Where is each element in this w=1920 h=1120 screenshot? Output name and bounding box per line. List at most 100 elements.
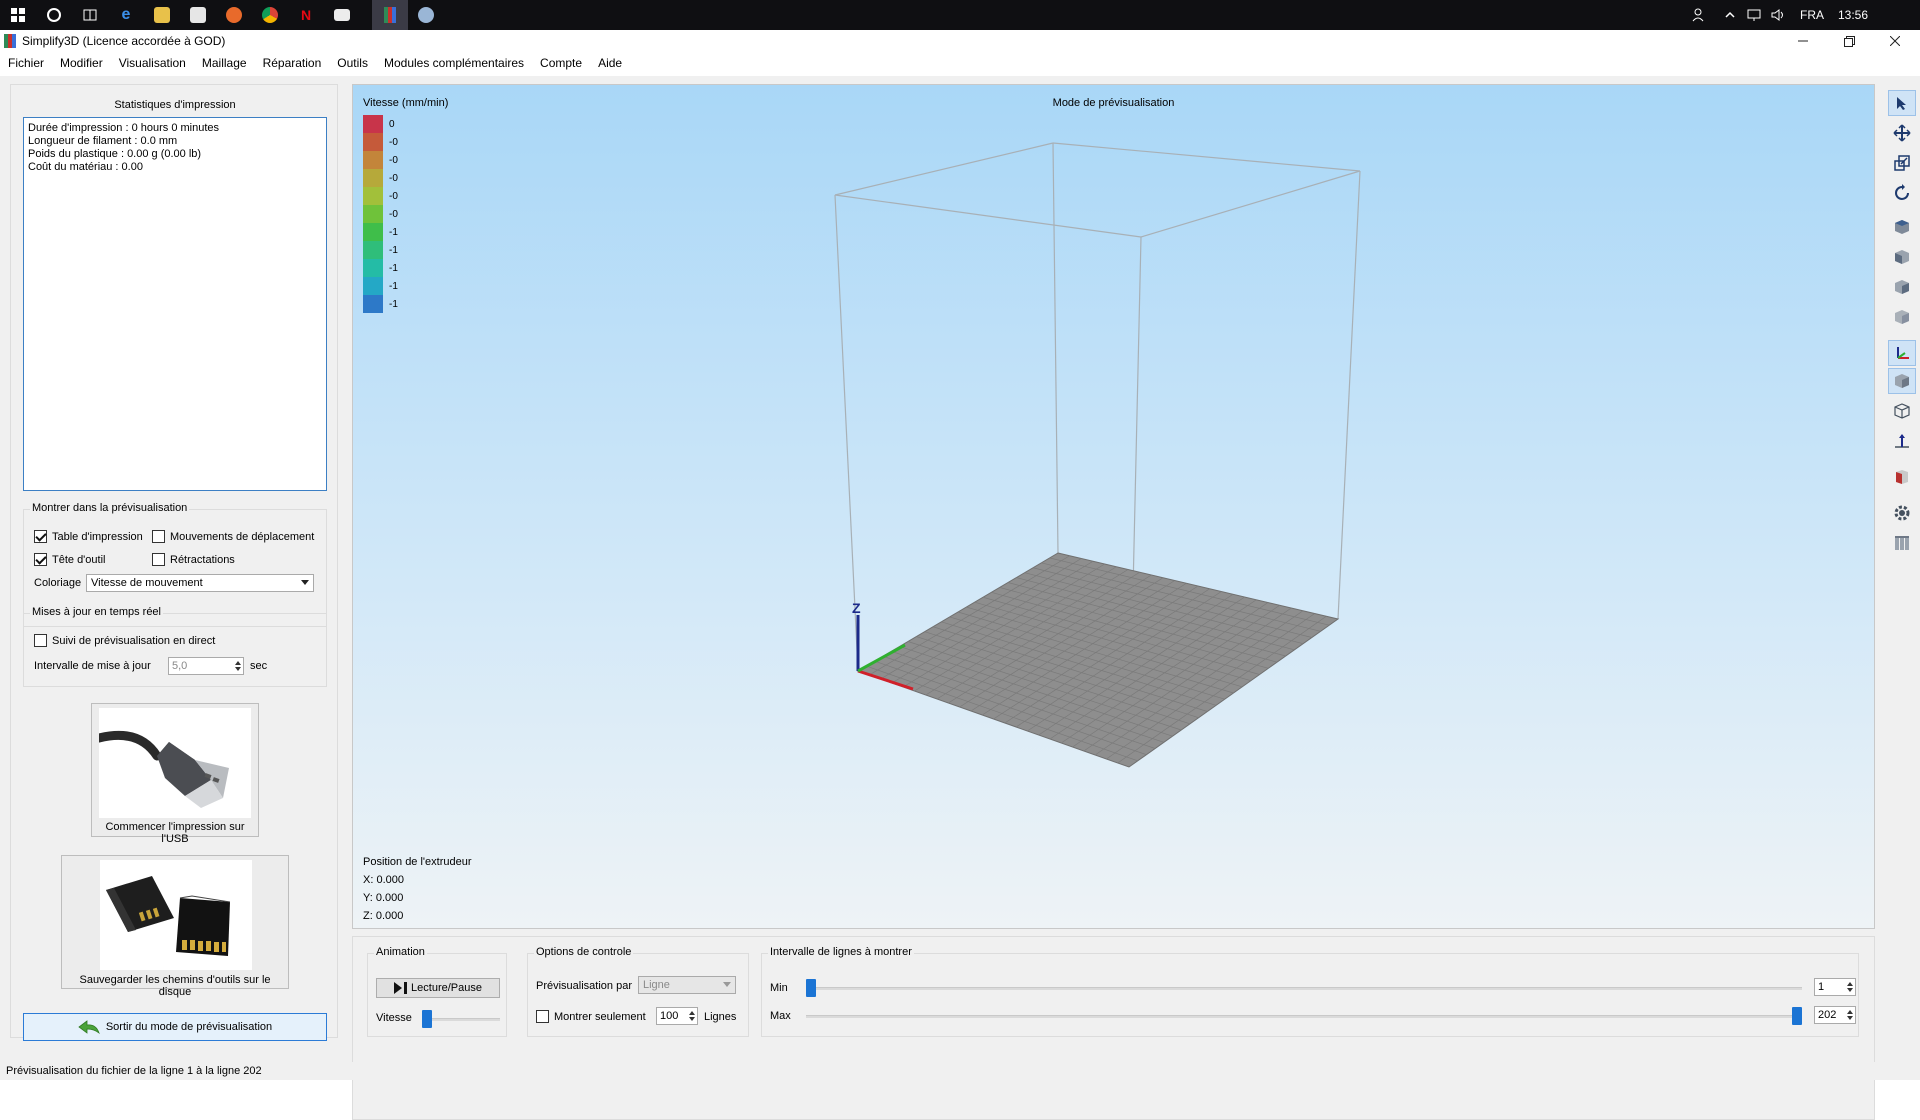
build-table-toggle[interactable]: Table d'impression [34,530,143,543]
menu-modules[interactable]: Modules complémentaires [379,56,529,70]
coloring-select[interactable]: Vitesse de mouvement [86,574,314,592]
minimize-button[interactable] [1780,30,1826,52]
build-table-checkbox[interactable] [34,530,47,543]
follow-live-toggle[interactable]: Suivi de prévisualisation en direct [34,634,215,647]
preview-by-select[interactable]: Ligne [638,976,736,994]
chevron-down-icon [723,982,731,987]
menu-modifier[interactable]: Modifier [55,56,108,70]
min-slider-thumb[interactable] [806,979,816,997]
language-indicator[interactable]: FRA [1800,0,1824,30]
legend-value: -0 [389,208,398,220]
tool-head-checkbox[interactable] [34,553,47,566]
z-axis-label: Z [852,600,861,616]
move-icon[interactable] [1888,120,1916,146]
min-slider-track[interactable] [806,987,1802,990]
simplify3d-taskbar-icon[interactable] [372,0,408,30]
app-extra-icon[interactable] [412,3,440,27]
menu-reparation[interactable]: Réparation [258,56,327,70]
volume-icon[interactable] [1770,0,1786,30]
spin-up-icon[interactable] [1847,982,1853,986]
menu-maillage[interactable]: Maillage [197,56,252,70]
right-toolbar [1884,84,1918,1038]
travel-moves-toggle[interactable]: Mouvements de déplacement [152,530,314,543]
speed-slider-track[interactable] [422,1018,500,1021]
show-only-input[interactable]: 100 [656,1007,698,1025]
settings-gear-icon[interactable] [1888,500,1916,526]
max-slider-thumb[interactable] [1792,1007,1802,1025]
chrome-icon[interactable] [256,3,284,27]
menu-visualisation[interactable]: Visualisation [114,56,191,70]
legend-row: 0 [363,115,423,133]
speed-slider-thumb[interactable] [422,1010,432,1028]
people-icon[interactable] [1692,0,1708,30]
windows-start-icon[interactable] [4,3,32,27]
legend-row: -1 [363,259,423,277]
usb-print-button[interactable]: Commencer l'impression sur l'USB [91,703,259,845]
max-slider-track[interactable] [806,1015,1802,1018]
spin-down-icon[interactable] [689,1017,695,1021]
close-button[interactable] [1872,30,1918,52]
network-icon[interactable] [1746,0,1764,30]
menu-aide[interactable]: Aide [593,56,627,70]
retractions-checkbox[interactable] [152,553,165,566]
cross-section-icon[interactable] [1888,464,1916,490]
task-view-icon[interactable] [76,3,104,27]
menu-compte[interactable]: Compte [535,56,587,70]
control-options-group: Options de controle Prévisualisation par… [527,946,749,1037]
preview-viewport[interactable]: Z Mode de prévisualisation Vitesse (mm/m… [352,84,1875,929]
save-toolpaths-button[interactable]: Sauvegarder les chemins d'outils sur le … [61,855,289,998]
line-range-group: Intervalle de lignes à montrer Min 1 Max… [761,946,1859,1037]
spin-up-icon[interactable] [235,661,241,665]
chevron-up-icon[interactable] [1724,0,1736,30]
view-front-cube-icon[interactable] [1888,244,1916,270]
firefox-icon[interactable] [220,3,248,27]
axes-icon[interactable] [1888,340,1916,366]
edge-icon[interactable]: e [112,3,140,27]
travel-moves-checkbox[interactable] [152,530,165,543]
view-right-cube-icon[interactable] [1888,304,1916,330]
spin-down-icon[interactable] [235,667,241,671]
menu-outils[interactable]: Outils [332,56,373,70]
follow-live-checkbox[interactable] [34,634,47,647]
select-arrow-icon[interactable] [1888,90,1916,116]
retractions-toggle[interactable]: Rétractations [152,553,235,566]
exit-preview-button[interactable]: Sortir du mode de prévisualisation [23,1013,327,1041]
wireframe-cube-icon[interactable] [1888,398,1916,424]
menu-fichier[interactable]: Fichier [3,56,49,70]
max-line-input[interactable]: 202 [1814,1006,1856,1024]
show-only-checkbox[interactable] [536,1010,549,1023]
netflix-icon[interactable]: N [292,3,320,27]
legend-swatch [363,241,383,259]
show-only-toggle[interactable]: Montrer seulement [536,1010,646,1023]
stat-material-cost: Coût du matériau : 0.00 [28,161,143,173]
clock[interactable]: 13:56 [1838,0,1868,30]
spin-down-icon[interactable] [1847,1016,1853,1020]
mail-icon[interactable] [328,3,356,27]
spin-down-icon[interactable] [1847,988,1853,992]
legend-value: -0 [389,172,398,184]
spin-up-icon[interactable] [689,1011,695,1015]
normals-icon[interactable] [1888,428,1916,454]
build-volume-icon[interactable] [1888,530,1916,556]
play-pause-button[interactable]: Lecture/Pause [376,978,500,998]
cortana-circle-icon[interactable] [40,3,68,27]
tool-head-toggle[interactable]: Tête d'outil [34,553,105,566]
3d-scene[interactable]: Z [353,85,1875,929]
window-title: Simplify3D (Licence accordée à GOD) [22,34,226,48]
stats-box[interactable]: Durée d'impression : 0 hours 0 minutes L… [23,117,327,491]
view-left-cube-icon[interactable] [1888,274,1916,300]
stat-filament-length: Longueur de filament : 0.0 mm [28,135,178,147]
restore-button[interactable] [1826,30,1872,52]
min-line-input[interactable]: 1 [1814,978,1856,996]
left-panel: Statistiques d'impression Durée d'impres… [10,84,338,1041]
file-explorer-icon[interactable] [148,3,176,27]
solid-cube-icon[interactable] [1888,368,1916,394]
view-top-cube-icon[interactable] [1888,214,1916,240]
scale-icon[interactable] [1888,150,1916,176]
legend-row: -0 [363,205,423,223]
store-icon[interactable] [184,3,212,27]
rotate-icon[interactable] [1888,180,1916,206]
legend-value: -0 [389,154,398,166]
spin-up-icon[interactable] [1847,1010,1853,1014]
interval-input[interactable]: 5,0 [168,657,244,675]
